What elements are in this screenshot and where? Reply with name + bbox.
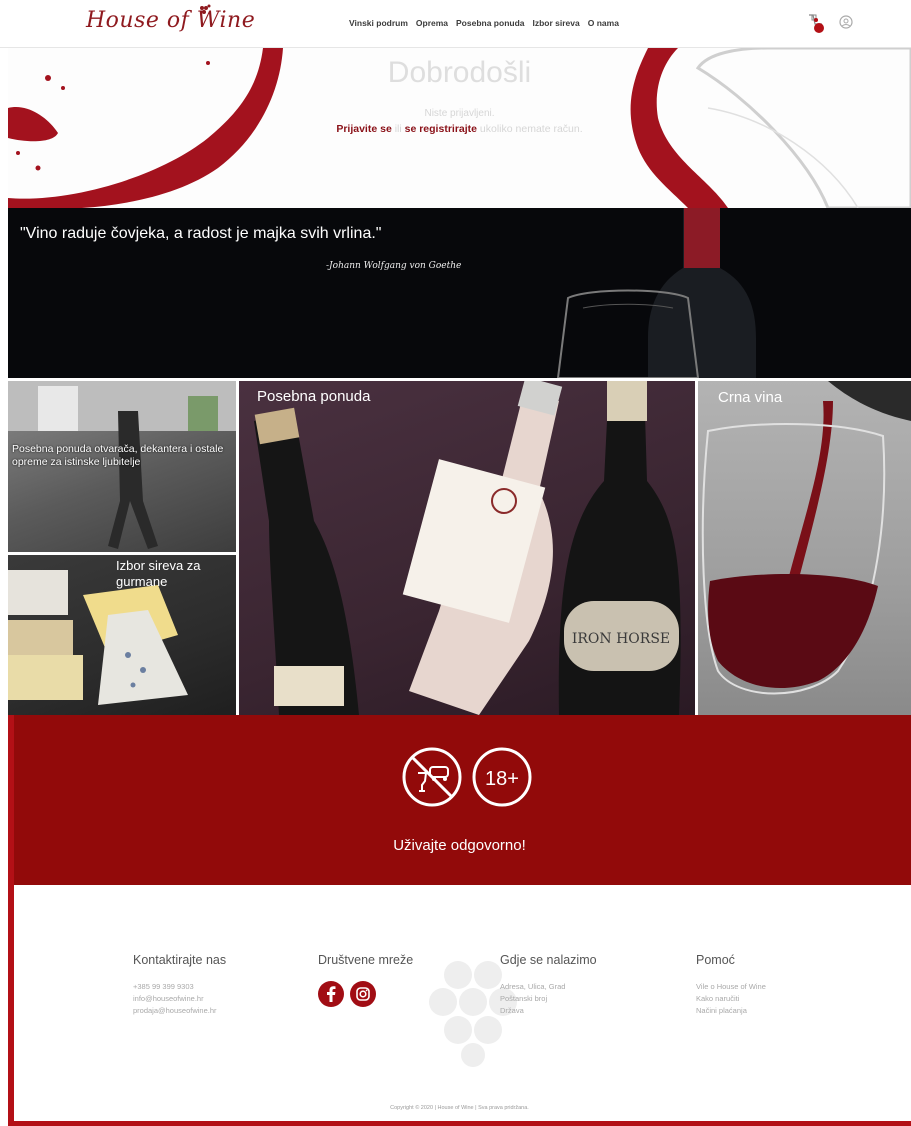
contact-title: Kontaktirajte nas xyxy=(133,953,227,967)
age-badge: 18+ xyxy=(485,768,519,790)
nav-izbor-sireva[interactable]: Izbor sireva xyxy=(533,18,580,28)
location-address: Adresa, Ulica, Grad xyxy=(500,982,566,991)
copyright: Copyright © 2020 | House of Wine | Sva p… xyxy=(390,1105,529,1111)
social-icons xyxy=(318,981,413,1007)
footer-help: Pomoć Vile o House of Wine Kako naručiti… xyxy=(696,953,766,1017)
wine-bottles-image: IRON HORSE xyxy=(254,381,681,715)
help-payment-methods-link[interactable]: Načini plaćanja xyxy=(696,1005,766,1017)
location-country: Država xyxy=(500,1006,524,1015)
responsible-text: Uživajte odgovorno! xyxy=(393,837,526,854)
social-title: Društvene mreže xyxy=(318,953,414,967)
facebook-icon[interactable] xyxy=(318,981,344,1007)
svg-text:IRON HORSE: IRON HORSE xyxy=(572,631,670,647)
footer-social: Društvene mreže xyxy=(318,953,413,1007)
contact-email-sales[interactable]: prodaja@houseofwine.hr xyxy=(133,1005,226,1017)
instagram-icon[interactable] xyxy=(350,981,376,1007)
contact-phone[interactable]: +385 99 399 9303 xyxy=(133,981,226,993)
tile-crna-vina[interactable]: Crna vina xyxy=(698,381,911,715)
nav-oprema[interactable]: Oprema xyxy=(416,18,448,28)
footer-location: Gdje se nalazimo Adresa, Ulica, Grad Poš… xyxy=(500,953,597,1017)
quote-text: "Vino raduje čovjeka, a radost je majka … xyxy=(20,225,382,242)
site-footer: Kontaktirajte nas +385 99 399 9303 info@… xyxy=(8,885,911,1126)
bottom-accent-border xyxy=(8,1121,911,1126)
hero-banner: Dobrodošli Niste prijavljeni. Prijavite … xyxy=(8,48,911,208)
tile-crna-label: Crna vina xyxy=(718,389,783,406)
hero-login-line: Prijavite se ili se registrirajte ukolik… xyxy=(8,123,911,135)
main-nav: Vinski podrum Oprema Posebna ponuda Izbo… xyxy=(349,18,619,28)
quote-banner: "Vino raduje čovjeka, a radost je majka … xyxy=(8,208,911,378)
register-suffix: ukoliko nemate račun. xyxy=(479,123,583,135)
red-wine-glass-image xyxy=(701,381,911,695)
tile-posebna-label: Posebna ponuda xyxy=(257,388,371,405)
quote-author: -Johann Wolfgang von Goethe xyxy=(326,261,462,271)
tile-oprema[interactable]: Posebna ponuda otvarača, dekantera i ost… xyxy=(8,381,236,552)
site-header: House of Wine Vinski podrum Oprema Poseb… xyxy=(0,0,911,48)
left-accent-border xyxy=(8,715,14,1126)
logo[interactable]: House of Wine xyxy=(86,4,256,33)
footer-contact: Kontaktirajte nas +385 99 399 9303 info@… xyxy=(133,953,226,1017)
register-link[interactable]: se registrirajte xyxy=(405,123,477,135)
nav-vinski-podrum[interactable]: Vinski podrum xyxy=(349,18,408,28)
help-about-link[interactable]: Vile o House of Wine xyxy=(696,981,766,993)
tile-oprema-label: Posebna ponuda otvarača, dekantera i ost… xyxy=(12,443,224,468)
user-icon[interactable] xyxy=(836,12,856,34)
help-how-to-order-link[interactable]: Kako naručiti xyxy=(696,993,766,1005)
location-title: Gdje se nalazimo xyxy=(500,953,597,967)
logo-text: House of Wine xyxy=(86,8,256,33)
location-postcode: Poštanski broj xyxy=(500,994,548,1003)
no-drink-drive-icon xyxy=(402,747,462,807)
tile-posebna-ponuda[interactable]: IRON HORSE Posebna ponuda xyxy=(239,381,695,715)
cart-icon[interactable] xyxy=(806,12,826,34)
or-text: ili xyxy=(394,123,402,135)
hero-title: Dobrodošli xyxy=(387,56,532,89)
contact-email-info[interactable]: info@houseofwine.hr xyxy=(133,993,226,1005)
age-restriction-icon: 18+ xyxy=(472,747,532,807)
login-link[interactable]: Prijavite se xyxy=(336,123,391,135)
grape-logo-icon xyxy=(200,4,211,14)
responsible-banner: 18+ Uživajte odgovorno! xyxy=(8,715,911,885)
nav-o-nama[interactable]: O nama xyxy=(588,18,619,28)
tile-sir[interactable]: Izbor sireva za gurmane xyxy=(8,555,236,715)
tile-sir-label: Izbor sireva za gurmane xyxy=(116,558,201,589)
hero-subtitle: Niste prijavljeni. xyxy=(424,108,495,119)
header-icons xyxy=(806,12,856,34)
nav-posebna-ponuda[interactable]: Posebna ponuda xyxy=(456,18,524,28)
responsible-icons: 18+ xyxy=(400,745,534,809)
help-title: Pomoć xyxy=(696,953,735,967)
